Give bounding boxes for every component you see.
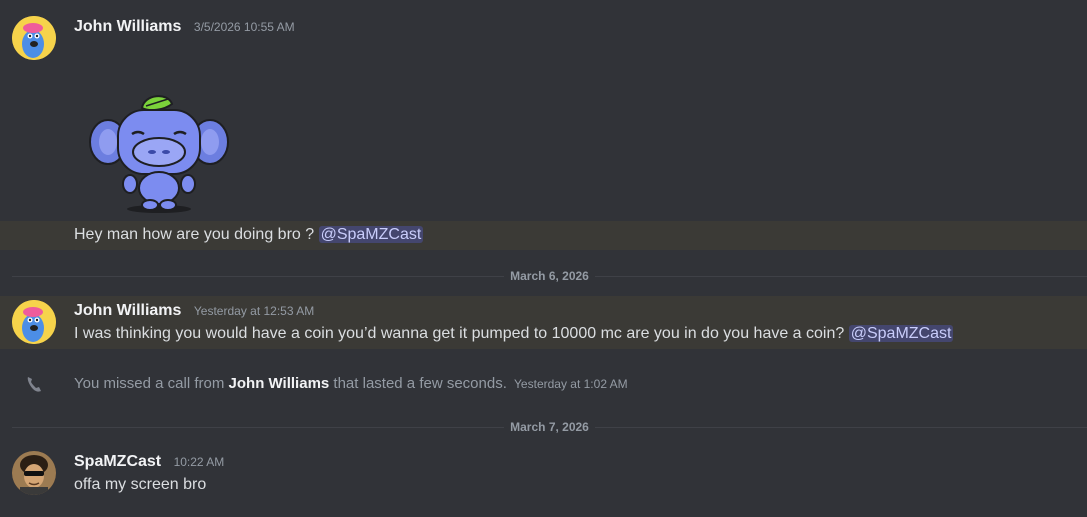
- spamzcast-avatar[interactable]: [12, 451, 56, 495]
- author-name[interactable]: John Williams: [74, 302, 181, 319]
- phone-icon: [24, 374, 44, 399]
- user-mention[interactable]: @SpaMZCast: [848, 325, 954, 342]
- date-divider-label: March 6, 2026: [504, 269, 595, 283]
- wumpus-avatar-icon: [12, 300, 56, 344]
- call-prefix: You missed a call from: [74, 375, 225, 392]
- message-3: SpaMZCast 10:22 AM offa my screen bro: [0, 447, 1087, 507]
- john-williams-avatar[interactable]: [12, 300, 56, 344]
- message-text: Hey man how are you doing bro ?: [74, 226, 315, 243]
- date-divider: March 7, 2026: [12, 420, 1087, 434]
- john-williams-avatar[interactable]: [12, 16, 56, 60]
- date-divider-label: March 7, 2026: [504, 420, 595, 434]
- message-2: John Williams Yesterday at 12:53 AM I wa…: [0, 296, 1087, 349]
- user-mention[interactable]: @SpaMZCast: [318, 226, 424, 243]
- message-timestamp: Yesterday at 12:53 AM: [193, 304, 315, 318]
- message-text: I was thinking you would have a coin you…: [74, 325, 845, 342]
- wumpus-sticker[interactable]: [84, 90, 234, 215]
- message-1: John Williams 3/5/2026 10:55 AM Hey man …: [0, 0, 1087, 250]
- wumpus-avatar-icon: [12, 16, 56, 60]
- author-name[interactable]: SpaMZCast: [74, 453, 161, 470]
- message-timestamp: 3/5/2026 10:55 AM: [193, 20, 295, 34]
- date-divider: March 6, 2026: [12, 269, 1087, 283]
- call-timestamp: Yesterday at 1:02 AM: [514, 377, 628, 391]
- caller-name[interactable]: John Williams: [229, 375, 330, 392]
- call-suffix: that lasted a few seconds.: [333, 375, 507, 392]
- user-photo-avatar-icon: [12, 451, 56, 495]
- message-text: offa my screen bro: [74, 476, 207, 493]
- message-timestamp: 10:22 AM: [173, 455, 225, 469]
- missed-call-system-message: You missed a call from John Williams tha…: [0, 372, 1087, 398]
- wumpus-sticker-icon: [89, 95, 229, 213]
- author-name[interactable]: John Williams: [74, 18, 181, 35]
